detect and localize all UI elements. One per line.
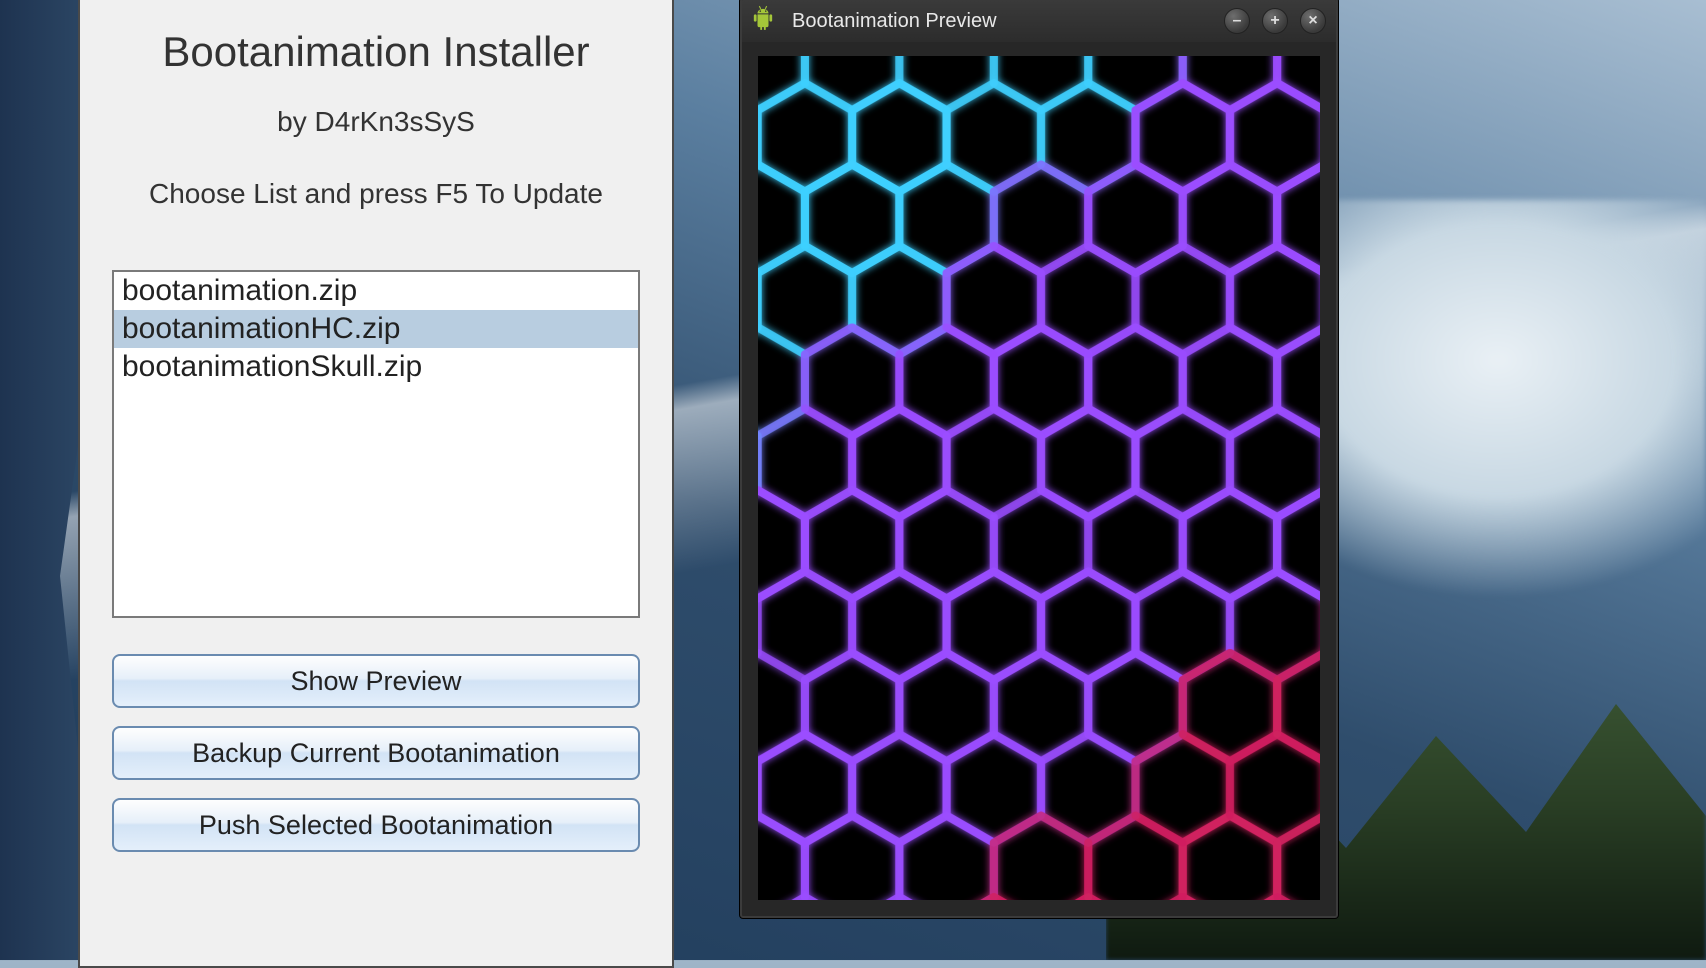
list-item[interactable]: bootanimationHC.zip — [114, 310, 638, 348]
maximize-button[interactable]: + — [1262, 8, 1288, 34]
list-item[interactable]: bootanimation.zip — [114, 272, 638, 310]
backup-button[interactable]: Backup Current Bootanimation — [112, 726, 640, 780]
push-button[interactable]: Push Selected Bootanimation — [112, 798, 640, 852]
preview-window-title: Bootanimation Preview — [786, 10, 1212, 33]
preview-content — [758, 56, 1320, 900]
preview-window: Bootanimation Preview – + × — [740, 0, 1338, 918]
android-icon — [752, 5, 774, 37]
minimize-button[interactable]: – — [1224, 8, 1250, 34]
app-instruction: Choose List and press F5 To Update — [110, 178, 642, 210]
app-title: Bootanimation Installer — [110, 28, 642, 76]
list-item[interactable]: bootanimationSkull.zip — [114, 348, 638, 386]
close-button[interactable]: × — [1300, 8, 1326, 34]
installer-window: Bootanimation Installer by D4rKn3sSyS Ch… — [78, 0, 674, 968]
file-listbox[interactable]: bootanimation.zipbootanimationHC.zipboot… — [112, 270, 640, 618]
app-subtitle: by D4rKn3sSyS — [110, 106, 642, 138]
preview-titlebar[interactable]: Bootanimation Preview – + × — [742, 0, 1336, 42]
show-preview-button[interactable]: Show Preview — [112, 654, 640, 708]
